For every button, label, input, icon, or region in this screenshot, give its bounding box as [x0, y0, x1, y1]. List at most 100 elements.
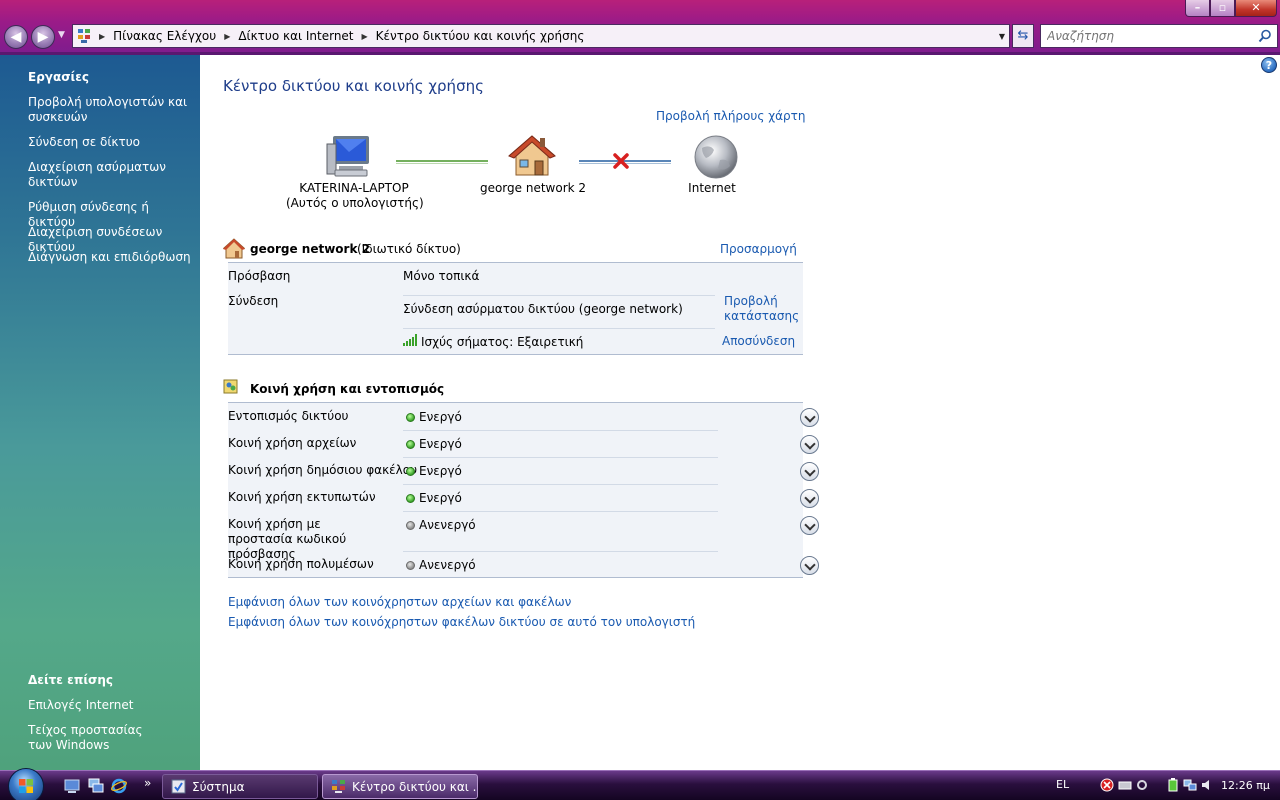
sharing-label-media-sharing: Κοινή χρήση πολυμέσων [228, 557, 374, 571]
row-divider [403, 295, 715, 296]
content-pane: ? Κέντρο δικτύου και κοινής χρήσης Προβο… [200, 55, 1280, 770]
task-pane: Εργασίες Προβολή υπολογιστών και συσκευώ… [0, 55, 200, 770]
expand-file-sharing-button[interactable] [800, 435, 819, 454]
battery-icon[interactable] [1166, 778, 1180, 792]
access-label: Πρόσβαση [228, 269, 291, 283]
row-divider [403, 551, 718, 552]
status-on-icon [406, 494, 415, 503]
back-button[interactable]: ◀ [4, 25, 28, 49]
sharing-status-password-protected: Ανενεργό [406, 518, 476, 532]
internet-label: Internet [688, 181, 736, 195]
status-on-icon [406, 413, 415, 422]
network-center-icon [332, 780, 345, 793]
search-box[interactable] [1040, 24, 1278, 48]
row-divider [403, 328, 715, 329]
view-full-map-link[interactable]: Προβολή πλήρους χάρτη [656, 109, 805, 123]
signal-strength-icon [403, 334, 417, 346]
volume-icon[interactable] [1200, 778, 1214, 792]
address-dropdown-icon[interactable]: ▼ [999, 32, 1005, 41]
sidebar-link-manage-wireless[interactable]: Διαχείριση ασύρματων δικτύων [28, 160, 196, 190]
status-off-icon [406, 521, 415, 530]
quick-launch-more-icon[interactable]: » [144, 776, 151, 790]
map-connection-line [396, 160, 488, 164]
row-divider [403, 484, 718, 485]
sharing-label-network-discovery: Εντοπισμός δικτύου [228, 409, 349, 423]
computer-icon[interactable] [325, 134, 373, 180]
sharing-box: Εντοπισμός δικτύου Ενεργό Κοινή χρήση αρ… [228, 402, 819, 578]
search-input[interactable] [1041, 29, 1251, 43]
network-tray-icon[interactable] [1183, 778, 1197, 792]
expand-printer-sharing-button[interactable] [800, 489, 819, 508]
close-button[interactable]: ✕ [1235, 0, 1277, 17]
computer-sub-label: (Αυτός ο υπολογιστής) [286, 196, 424, 210]
maximize-button[interactable]: ▫ [1210, 0, 1235, 17]
taskbar-label: Σύστημα [192, 779, 245, 794]
connection-label: Σύνδεση [228, 294, 279, 308]
show-shared-network-folders-link[interactable]: Εμφάνιση όλων των κοινόχρηστων φακέλων δ… [228, 615, 695, 630]
connection-value: Σύνδεση ασύρματου δικτύου (george networ… [403, 302, 683, 316]
expand-network-discovery-button[interactable] [800, 408, 819, 427]
expand-password-protected-button[interactable] [800, 516, 819, 535]
sharing-label-password-protected: Κοινή χρήση με προστασία κωδικού πρόσβασ… [228, 517, 347, 561]
disconnect-link[interactable]: Αποσύνδεση [722, 334, 795, 349]
forward-button[interactable]: ▶ [31, 25, 55, 49]
no-connection-x-icon [613, 153, 629, 169]
show-shared-files-link[interactable]: Εμφάνιση όλων των κοινόχρηστων αρχείων κ… [228, 595, 571, 610]
breadcrumb-network-internet[interactable]: Δίκτυο και Internet [234, 29, 357, 43]
computer-name-label: KATERINA-LAPTOP [299, 181, 409, 195]
sidebar-link-diagnose-repair[interactable]: Διάγνωση και επιδιόρθωση [28, 250, 196, 265]
network-center-icon [73, 25, 95, 47]
see-also-heading: Δείτε επίσης [28, 673, 114, 687]
keyboard-icon[interactable] [1118, 778, 1132, 792]
clock[interactable]: 12:26 πμ [1221, 779, 1270, 792]
search-icon[interactable] [1258, 29, 1272, 43]
system-icon [171, 779, 186, 794]
breadcrumb-network-center[interactable]: Κέντρο δικτύου και κοινής χρήσης [372, 29, 589, 43]
sidebar-link-windows-firewall[interactable]: Τείχος προστασίας των Windows [28, 723, 168, 753]
sharing-label-file-sharing: Κοινή χρήση αρχείων [228, 436, 357, 450]
page-title: Κέντρο δικτύου και κοινής χρήσης [223, 77, 484, 95]
row-divider [403, 457, 718, 458]
internet-globe-icon[interactable] [692, 134, 740, 180]
breadcrumb-separator-icon[interactable]: ▶ [358, 32, 372, 41]
taskbar-button-system[interactable]: Σύστημα [162, 774, 318, 799]
internet-explorer-icon[interactable] [111, 778, 127, 794]
switch-windows-icon[interactable] [88, 778, 104, 794]
network-type: (Ιδιωτικό δίκτυο) [357, 242, 461, 256]
sharing-status-network-discovery: Ενεργό [406, 410, 462, 424]
start-button[interactable] [8, 768, 44, 800]
minimize-button[interactable]: – [1185, 0, 1210, 17]
sidebar-link-internet-options[interactable]: Επιλογές Internet [28, 698, 196, 713]
private-network-icon [223, 238, 245, 259]
network-name-label: george network 2 [479, 181, 587, 195]
breadcrumb-separator-icon[interactable]: ▶ [220, 32, 234, 41]
breadcrumb-control-panel[interactable]: Πίνακας Ελέγχου [109, 29, 220, 43]
network-details-box: Πρόσβαση Μόνο τοπικά Σύνδεση Σύνδεση ασύ… [228, 262, 803, 355]
access-value: Μόνο τοπικά [403, 269, 480, 283]
expand-public-folder-button[interactable] [800, 462, 819, 481]
sharing-status-printer-sharing: Ενεργό [406, 491, 462, 505]
view-status-link[interactable]: Προβολή κατάστασης [724, 294, 799, 324]
taskbar-label: Κέντρο δικτύου και ... [352, 779, 478, 794]
customize-link[interactable]: Προσαρμογή [720, 242, 797, 257]
breadcrumb-separator-icon[interactable]: ▶ [95, 32, 109, 41]
show-desktop-icon[interactable] [64, 778, 80, 794]
expand-media-sharing-button[interactable] [800, 556, 819, 575]
security-alert-icon[interactable] [1100, 778, 1114, 792]
sharing-status-media-sharing: Ανενεργό [406, 558, 476, 572]
tray-app-icon[interactable] [1135, 778, 1149, 792]
sharing-status-public-folder: Ενεργό [406, 464, 462, 478]
sidebar-link-connect-network[interactable]: Σύνδεση σε δίκτυο [28, 135, 196, 150]
windows-logo-icon [19, 779, 33, 793]
home-network-icon[interactable] [508, 133, 556, 179]
sidebar-link-view-computers[interactable]: Προβολή υπολογιστών και συσκευών [28, 95, 196, 125]
recent-pages-dropdown-icon[interactable]: ▼ [58, 30, 65, 40]
address-bar[interactable]: ▶ Πίνακας Ελέγχου ▶ Δίκτυο και Internet … [72, 24, 1010, 48]
sharing-title: Κοινή χρήση και εντοπισμός [250, 382, 445, 396]
taskbar-button-network-center[interactable]: Κέντρο δικτύου και ... [322, 774, 478, 799]
signal-strength-value: Ισχύς σήματος: Εξαιρετική [421, 335, 584, 349]
help-icon[interactable]: ? [1261, 57, 1277, 73]
refresh-button[interactable]: ⇆ [1012, 24, 1034, 48]
language-indicator[interactable]: EL [1056, 778, 1069, 791]
row-divider [403, 430, 718, 431]
